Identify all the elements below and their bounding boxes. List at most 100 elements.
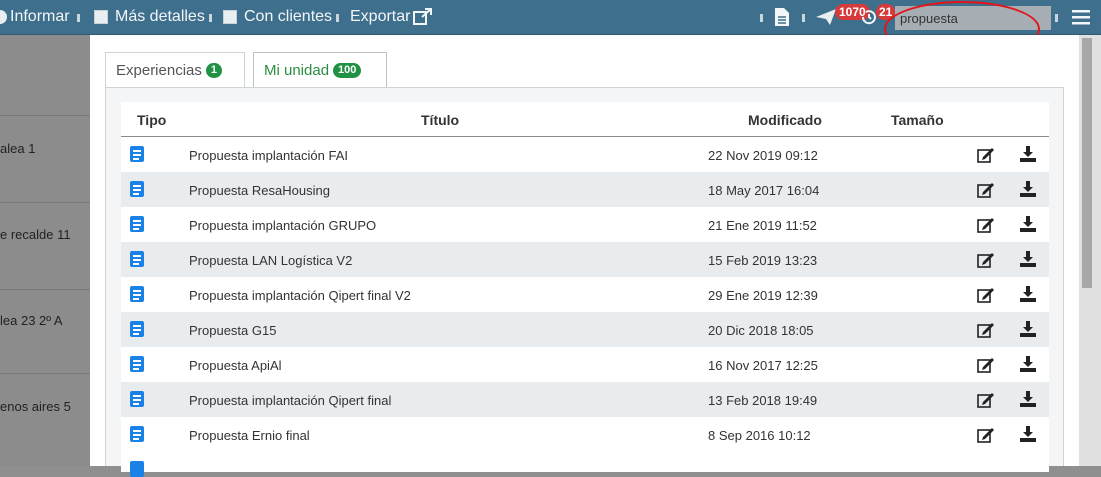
edit-icon[interactable] [977, 147, 995, 166]
tab-experiencias[interactable]: Experiencias 1 [105, 52, 245, 87]
table-row[interactable]: Propuesta implantación GRUPO 21 Ene 2019 … [121, 207, 1049, 242]
edit-icon[interactable] [977, 182, 995, 201]
toolbar-divider [802, 14, 805, 22]
edit-icon[interactable] [977, 322, 995, 341]
files-table: Tipo Título Modificado Tamaño Propuesta … [121, 102, 1049, 477]
document-file-icon [130, 181, 144, 197]
download-icon[interactable] [1020, 321, 1036, 340]
file-title-link[interactable]: Propuesta implantación FAI [189, 148, 348, 163]
modified-date: 8 Sep 2016 10:12 [708, 428, 811, 443]
informar-label: Informar [10, 8, 70, 25]
search-input[interactable] [895, 6, 1051, 30]
list-item[interactable]: lea 23 2º A [0, 313, 90, 328]
document-file-icon [130, 356, 144, 372]
toolbar-divider [336, 14, 339, 22]
history-button[interactable] [860, 0, 878, 34]
column-header-tamano[interactable]: Tamaño [891, 112, 944, 128]
background-list: alea 1 e recalde 11 lea 23 2º A enos air… [0, 35, 90, 466]
informar-icon [0, 10, 7, 24]
toolbar-divider [77, 14, 80, 22]
history-count-badge: 21 [876, 4, 896, 20]
document-button[interactable] [774, 0, 790, 34]
hamburger-menu-icon [1072, 9, 1090, 25]
mas-detalles-toggle[interactable]: Más detalles [94, 0, 205, 34]
download-icon[interactable] [1020, 181, 1036, 200]
modified-date: 18 May 2017 16:04 [708, 183, 820, 198]
scrollbar-thumb[interactable] [1082, 38, 1092, 288]
modified-date: 15 Feb 2019 13:23 [708, 253, 818, 268]
table-header: Tipo Título Modificado Tamaño [121, 102, 1049, 137]
notifications-button[interactable] [815, 0, 837, 34]
download-icon[interactable] [1020, 251, 1036, 270]
file-title-link[interactable]: Propuesta implantación Qipert final [189, 393, 391, 408]
list-item[interactable]: enos aires 5 [0, 399, 90, 414]
con-clientes-toggle[interactable]: Con clientes [223, 0, 332, 34]
table-row[interactable] [121, 452, 1049, 477]
document-icon [774, 7, 790, 27]
document-file-icon [130, 391, 144, 407]
download-icon[interactable] [1020, 391, 1036, 410]
download-icon[interactable] [1020, 356, 1036, 375]
table-row[interactable]: Propuesta implantación Qipert final 13 Fe… [121, 382, 1049, 417]
list-divider [0, 202, 90, 203]
menu-button[interactable] [1072, 0, 1090, 34]
document-file-icon [130, 286, 144, 302]
table-row[interactable]: Propuesta implantación Qipert final V2 29… [121, 277, 1049, 312]
file-title-link[interactable]: Propuesta Ernio final [189, 428, 310, 443]
exportar-button[interactable]: Exportar [350, 0, 433, 34]
download-icon[interactable] [1020, 286, 1036, 305]
informar-button[interactable]: Informar [0, 0, 70, 34]
download-icon[interactable] [1020, 426, 1036, 445]
modified-date: 13 Feb 2018 19:49 [708, 393, 818, 408]
con-clientes-checkbox[interactable] [223, 10, 237, 24]
column-header-titulo[interactable]: Título [421, 112, 459, 128]
modified-date: 22 Nov 2019 09:12 [708, 148, 818, 163]
document-file-icon [130, 321, 144, 337]
column-header-tipo[interactable]: Tipo [137, 112, 166, 128]
tab-count-badge: 100 [333, 63, 362, 78]
paper-plane-icon [815, 8, 837, 26]
edit-icon[interactable] [977, 217, 995, 236]
modified-date: 29 Ene 2019 12:39 [708, 288, 818, 303]
document-file-icon [130, 216, 144, 232]
file-title-link[interactable]: Propuesta G15 [189, 323, 276, 338]
column-header-modificado[interactable]: Modificado [748, 112, 822, 128]
table-row[interactable]: Propuesta G15 20 Dic 2018 18:05 [121, 312, 1049, 347]
document-file-icon [130, 146, 144, 162]
external-link-icon [413, 8, 433, 26]
table-row[interactable]: Propuesta Ernio final 8 Sep 2016 10:12 [121, 417, 1049, 452]
file-title-link[interactable]: Propuesta implantación Qipert final V2 [189, 288, 411, 303]
con-clientes-label: Con clientes [244, 8, 333, 25]
edit-icon[interactable] [977, 357, 995, 376]
table-row[interactable]: Propuesta ResaHousing 18 May 2017 16:04 [121, 172, 1049, 207]
mas-detalles-checkbox[interactable] [94, 10, 108, 24]
file-title-link[interactable]: Propuesta implantación GRUPO [189, 218, 376, 233]
table-row[interactable]: Propuesta LAN Logística V2 15 Feb 2019 13… [121, 242, 1049, 277]
list-item[interactable]: alea 1 [0, 141, 90, 156]
edit-icon[interactable] [977, 427, 995, 446]
edit-icon[interactable] [977, 287, 995, 306]
table-body: Propuesta implantación FAI 22 Nov 2019 09… [121, 137, 1049, 477]
edit-icon[interactable] [977, 252, 995, 271]
tab-count-badge: 1 [205, 62, 223, 78]
list-divider [0, 115, 90, 116]
tab-mi-unidad[interactable]: Mi unidad 100 [253, 52, 387, 88]
modified-date: 20 Dic 2018 18:05 [708, 323, 814, 338]
file-title-link[interactable]: Propuesta ApiAl [189, 358, 282, 373]
toolbar-divider [209, 14, 212, 22]
list-item[interactable]: e recalde 11 [0, 227, 90, 242]
top-toolbar: Informar Más detalles Con clientes Expor… [0, 0, 1101, 35]
table-row[interactable]: Propuesta implantación FAI 22 Nov 2019 09… [121, 137, 1049, 172]
list-divider [0, 289, 90, 290]
table-row[interactable]: Propuesta ApiAl 16 Nov 2017 12:25 [121, 347, 1049, 382]
tab-label: Mi unidad [264, 62, 330, 79]
file-title-link[interactable]: Propuesta LAN Logística V2 [189, 253, 352, 268]
download-icon[interactable] [1020, 146, 1036, 165]
toolbar-divider [760, 14, 763, 22]
edit-icon[interactable] [977, 392, 995, 411]
document-file-icon [130, 461, 144, 477]
modified-date: 21 Ene 2019 11:52 [708, 218, 817, 233]
document-file-icon [130, 251, 144, 267]
file-title-link[interactable]: Propuesta ResaHousing [189, 183, 330, 198]
download-icon[interactable] [1020, 216, 1036, 235]
